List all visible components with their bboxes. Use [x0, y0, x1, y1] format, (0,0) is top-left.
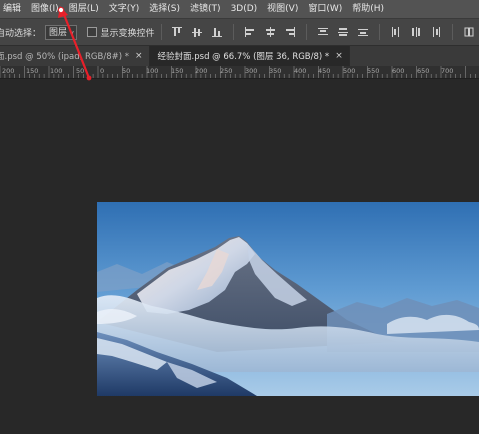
- align-horizontal-center-icon[interactable]: [264, 26, 276, 38]
- auto-select-dropdown[interactable]: 图层 ∨: [45, 24, 78, 40]
- ruler-label: 100: [50, 67, 63, 75]
- distribute-bottom-icon[interactable]: [357, 26, 369, 38]
- align-left-icon[interactable]: [244, 26, 256, 38]
- ruler-label: 250: [220, 67, 233, 75]
- ruler-label: 300: [245, 67, 258, 75]
- divider: [306, 24, 308, 40]
- tab-title: 经验封面.psd @ 66.7% (图层 36, RGB/8) *: [157, 52, 330, 62]
- auto-select-label: 自动选择：: [0, 28, 42, 39]
- tab-title: 面.psd @ 50% (ipad, RGB/8#) *: [0, 52, 129, 62]
- show-transform-checkbox[interactable]: [87, 27, 97, 37]
- options-bar: 自动选择： 图层 ∨ 显示变换控件: [0, 18, 479, 46]
- auto-select-value: 图层: [49, 27, 68, 38]
- align-top-icon[interactable]: [171, 26, 183, 38]
- divider: [160, 24, 162, 40]
- ruler-label: 200: [195, 67, 208, 75]
- tab-cover-document[interactable]: 经验封面.psd @ 66.7% (图层 36, RGB/8) * ×: [149, 46, 350, 66]
- show-transform-label: 显示变换控件: [100, 28, 155, 39]
- menu-help[interactable]: 帮助(H): [347, 0, 389, 18]
- document-canvas[interactable]: [0, 79, 479, 434]
- ruler-label: 700: [441, 67, 454, 75]
- distribute-right-icon[interactable]: [430, 26, 442, 38]
- ruler-label: 650: [417, 67, 430, 75]
- ruler-label: 150: [171, 67, 184, 75]
- menu-select[interactable]: 选择(S): [144, 0, 185, 18]
- menu-type[interactable]: 文字(Y): [104, 0, 145, 18]
- ruler-label: 450: [318, 67, 331, 75]
- menu-image[interactable]: 图像(I): [26, 0, 64, 18]
- ruler-label: 200: [2, 67, 15, 75]
- ruler-label: 350: [269, 67, 282, 75]
- distribute-left-icon[interactable]: [390, 26, 402, 38]
- chevron-down-icon: ∨: [69, 28, 75, 37]
- distribute-center-icon[interactable]: [337, 26, 349, 38]
- ruler-label: 100: [146, 67, 159, 75]
- divider: [452, 24, 454, 40]
- align-right-icon[interactable]: [284, 26, 296, 38]
- auto-align-icon[interactable]: [463, 26, 475, 38]
- align-vertical-center-icon[interactable]: [191, 26, 203, 38]
- menu-window[interactable]: 窗口(W): [303, 0, 347, 18]
- ruler-label: 50: [122, 67, 131, 75]
- ruler-label: 600: [392, 67, 405, 75]
- tab-ipad-document[interactable]: 面.psd @ 50% (ipad, RGB/8#) * ×: [0, 46, 150, 66]
- menu-view[interactable]: 视图(V): [262, 0, 303, 18]
- ruler-label: 150: [26, 67, 39, 75]
- menu-filter[interactable]: 滤镜(T): [185, 0, 226, 18]
- distribute-top-icon[interactable]: [317, 26, 329, 38]
- ruler-label: 500: [343, 67, 356, 75]
- ruler-label: 400: [294, 67, 307, 75]
- ruler-label: 50: [76, 67, 85, 75]
- document-tab-bar: 面.psd @ 50% (ipad, RGB/8#) * × 经验封面.psd …: [0, 46, 479, 66]
- align-bottom-icon[interactable]: [211, 26, 223, 38]
- menu-layer[interactable]: 图层(L): [64, 0, 104, 18]
- distribute-horizontal-icon[interactable]: [410, 26, 422, 38]
- horizontal-ruler[interactable]: 200 150 100 50 0 50 100 150 200 250 300 …: [0, 66, 479, 79]
- close-icon[interactable]: ×: [335, 51, 343, 61]
- close-icon[interactable]: ×: [135, 51, 143, 61]
- ruler-label: 550: [367, 67, 380, 75]
- menu-bar: 编辑 图像(I) 图层(L) 文字(Y) 选择(S) 滤镜(T) 3D(D) 视…: [0, 0, 479, 18]
- menu-edit[interactable]: 编辑: [0, 0, 26, 18]
- mountain-photo: [97, 202, 479, 396]
- menu-3d[interactable]: 3D(D): [226, 0, 263, 18]
- divider: [233, 24, 235, 40]
- divider: [379, 24, 381, 40]
- ruler-label: 0: [100, 67, 105, 75]
